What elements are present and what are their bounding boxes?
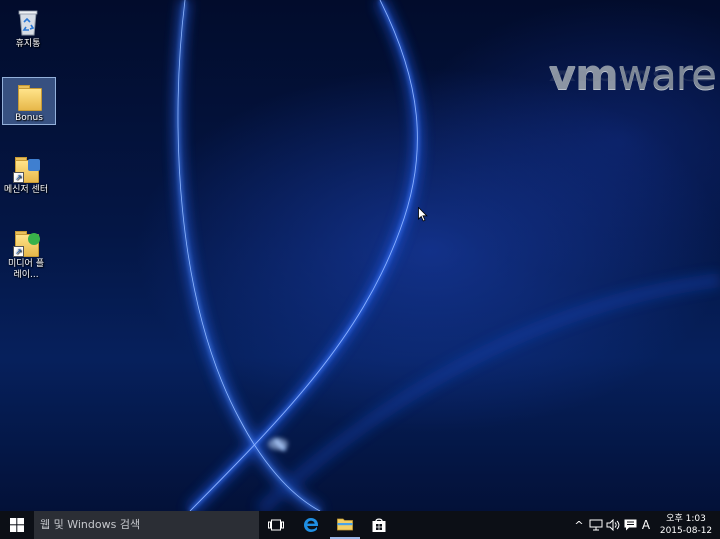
media-player-folder-icon: ↗: [11, 227, 41, 257]
edge-icon: [304, 518, 318, 532]
messenger-center-shortcut[interactable]: ↗ 메신저 센터: [0, 150, 52, 196]
shortcut-arrow-icon: ↗: [13, 246, 24, 257]
folder-icon: [14, 81, 44, 111]
store-icon: [372, 518, 386, 532]
desktop-icon-label: Bonus: [15, 113, 43, 123]
shortcut-arrow-icon: ↗: [13, 172, 24, 183]
media-player-shortcut[interactable]: ↗ 미디어 플레이...: [0, 224, 52, 281]
taskbar: 웹 및 Windows 검색 ^ A 오후 1:03 2015-08-12: [0, 511, 720, 539]
recycle-bin-icon: [13, 7, 43, 37]
notification-icon: [624, 519, 636, 531]
input-method-button[interactable]: A: [639, 511, 653, 539]
desktop[interactable]: vmware vmware 휴지통 Bonus ↗ 메신저 센터 ↗ 미디어 플…: [0, 0, 720, 511]
start-button[interactable]: [0, 511, 34, 539]
clock-time: 오후 1:03: [666, 514, 706, 524]
chat-bubble-icon: [28, 159, 40, 171]
vmware-logo-reflection: vmware: [548, 65, 716, 88]
store-taskbar-button[interactable]: [364, 511, 394, 539]
network-icon: [589, 519, 603, 531]
task-view-icon: [268, 519, 284, 531]
mouse-cursor-icon: [418, 207, 428, 222]
desktop-icon-label: 휴지통: [15, 39, 41, 49]
network-button[interactable]: [588, 511, 604, 539]
clock[interactable]: 오후 1:03 2015-08-12: [656, 513, 716, 537]
volume-button[interactable]: [605, 511, 621, 539]
show-hidden-icons-button[interactable]: ^: [572, 511, 586, 539]
clock-date: 2015-08-12: [659, 526, 713, 536]
windows-logo-icon: [10, 518, 24, 532]
desktop-icon-label: 미디어 플레이...: [8, 259, 44, 280]
task-view-button[interactable]: [262, 511, 290, 539]
ime-indicator: A: [641, 518, 651, 532]
file-explorer-icon: [337, 518, 353, 531]
edge-taskbar-button[interactable]: [296, 511, 326, 539]
bonus-folder[interactable]: Bonus: [2, 77, 56, 125]
desktop-icon-label: 메신저 센터: [3, 185, 49, 195]
recycle-bin-shortcut[interactable]: 휴지통: [2, 4, 54, 50]
action-center-button[interactable]: [622, 511, 638, 539]
speaker-icon: [606, 519, 620, 531]
messenger-folder-icon: ↗: [11, 153, 41, 183]
search-input[interactable]: 웹 및 Windows 검색: [34, 511, 259, 539]
play-badge-icon: [28, 233, 40, 245]
file-explorer-taskbar-button[interactable]: [330, 511, 360, 539]
chevron-up-icon: ^: [574, 518, 584, 532]
